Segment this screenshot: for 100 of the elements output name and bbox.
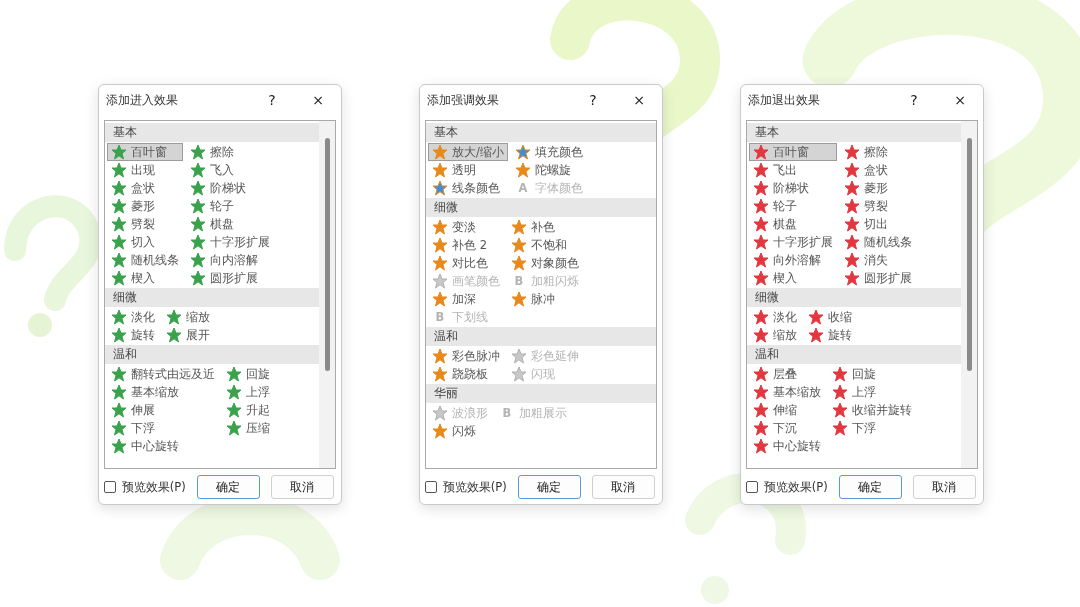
effect-item[interactable]: 变淡: [428, 218, 504, 236]
group-heading: 温和: [747, 345, 961, 364]
effect-item[interactable]: 切出: [840, 215, 916, 233]
dialog-button[interactable]: 取消: [591, 475, 655, 499]
effect-item[interactable]: 脉冲: [507, 290, 583, 308]
dialog-button[interactable]: 取消: [270, 475, 334, 499]
effect-item[interactable]: 下浮: [828, 419, 916, 437]
help-button[interactable]: ?: [570, 85, 616, 115]
effect-item[interactable]: 圆形扩展: [186, 269, 274, 287]
dialog-button[interactable]: 确定: [517, 475, 581, 499]
effect-item[interactable]: 轮子: [749, 197, 837, 215]
effect-item[interactable]: 缩放: [162, 308, 214, 326]
effect-item[interactable]: 切入: [107, 233, 183, 251]
effect-item[interactable]: 上浮: [222, 383, 274, 401]
preview-checkbox[interactable]: [746, 481, 758, 493]
preview-checkbox[interactable]: [104, 481, 116, 493]
effect-item[interactable]: 对比色: [428, 254, 504, 272]
star-icon: [511, 348, 527, 364]
effect-item[interactable]: 上浮: [828, 383, 916, 401]
effect-item[interactable]: 棋盘: [749, 215, 837, 233]
effect-item[interactable]: 盒状: [840, 161, 916, 179]
effect-item[interactable]: 收缩: [804, 308, 856, 326]
effect-item[interactable]: 陀螺旋: [510, 161, 587, 179]
effect-item[interactable]: 擦除: [840, 143, 916, 161]
effect-item[interactable]: 轮子: [186, 197, 274, 215]
effect-item[interactable]: 彩色脉冲: [428, 347, 504, 365]
effect-item[interactable]: 下沉: [749, 419, 825, 437]
dialog-title: 添加进入效果: [106, 91, 179, 109]
effect-item[interactable]: 向外溶解: [749, 251, 837, 269]
effect-item[interactable]: 中心旋转: [107, 437, 219, 455]
effect-item[interactable]: 压缩: [222, 419, 274, 437]
group-heading: 细微: [426, 198, 656, 217]
effect-item[interactable]: 十字形扩展: [186, 233, 274, 251]
effect-item[interactable]: 随机线条: [840, 233, 916, 251]
effect-item[interactable]: 淡化: [749, 308, 801, 326]
effect-item[interactable]: 菱形: [840, 179, 916, 197]
letter-icon: B: [432, 310, 448, 324]
effect-item[interactable]: 回旋: [828, 365, 916, 383]
dialog-button[interactable]: 确定: [196, 475, 260, 499]
effect-item[interactable]: 缩放: [749, 326, 801, 344]
dialog-button[interactable]: 确定: [838, 475, 902, 499]
effect-item[interactable]: 淡化: [107, 308, 159, 326]
effect-item[interactable]: 圆形扩展: [840, 269, 916, 287]
effect-item[interactable]: 收缩并旋转: [828, 401, 916, 419]
effect-item[interactable]: 对象颜色: [507, 254, 583, 272]
effect-item[interactable]: 旋转: [804, 326, 856, 344]
effect-item[interactable]: 下浮: [107, 419, 219, 437]
effect-item[interactable]: 菱形: [107, 197, 183, 215]
effect-item[interactable]: 伸缩: [749, 401, 825, 419]
effect-item[interactable]: 旋转: [107, 326, 159, 344]
effect-item[interactable]: 棋盘: [186, 215, 274, 233]
preview-checkbox[interactable]: [425, 481, 437, 493]
dialog-button[interactable]: 取消: [912, 475, 976, 499]
effect-item[interactable]: 闪烁: [428, 422, 492, 440]
effect-item[interactable]: 升起: [222, 401, 274, 419]
effect-item[interactable]: 飞入: [186, 161, 274, 179]
effect-item[interactable]: 中心旋转: [749, 437, 825, 455]
effect-item[interactable]: 放大/缩小: [428, 143, 508, 161]
effect-item[interactable]: 层叠: [749, 365, 825, 383]
effect-item[interactable]: 飞出: [749, 161, 837, 179]
effect-item[interactable]: 楔入: [749, 269, 837, 287]
effect-item[interactable]: 加深: [428, 290, 504, 308]
effect-item[interactable]: 百叶窗: [749, 143, 837, 161]
scrollbar[interactable]: [319, 121, 335, 468]
help-button[interactable]: ?: [249, 85, 295, 115]
effect-item[interactable]: 劈裂: [107, 215, 183, 233]
effect-item[interactable]: 阶梯状: [749, 179, 837, 197]
effect-item[interactable]: 补色: [507, 218, 583, 236]
effect-item[interactable]: 基本缩放: [749, 383, 825, 401]
effect-item[interactable]: 向内溶解: [186, 251, 274, 269]
effect-item[interactable]: 出现: [107, 161, 183, 179]
effect-item[interactable]: 填充颜色: [510, 143, 587, 161]
effect-item[interactable]: 翻转式由远及近: [107, 365, 219, 383]
effect-item[interactable]: 百叶窗: [107, 143, 183, 161]
effect-item[interactable]: 基本缩放: [107, 383, 219, 401]
close-button[interactable]: ×: [295, 85, 341, 115]
effect-item[interactable]: 补色 2: [428, 236, 504, 254]
preview-label: 预览效果(P): [763, 479, 828, 495]
help-button[interactable]: ?: [891, 85, 937, 115]
effect-item[interactable]: 随机线条: [107, 251, 183, 269]
effect-item[interactable]: 消失: [840, 251, 916, 269]
effect-item[interactable]: 擦除: [186, 143, 274, 161]
effect-item[interactable]: 回旋: [222, 365, 274, 383]
effect-item[interactable]: 盒状: [107, 179, 183, 197]
effect-item[interactable]: 线条颜色: [428, 179, 508, 197]
effect-item[interactable]: 不饱和: [507, 236, 583, 254]
group-heading: 温和: [105, 345, 319, 364]
close-button[interactable]: ×: [616, 85, 662, 115]
effect-item[interactable]: 劈裂: [840, 197, 916, 215]
star-icon: [432, 180, 448, 196]
effect-item[interactable]: 展开: [162, 326, 214, 344]
scrollbar[interactable]: [961, 121, 977, 468]
effect-item[interactable]: 跷跷板: [428, 365, 504, 383]
effect-item[interactable]: 楔入: [107, 269, 183, 287]
effect-item[interactable]: 十字形扩展: [749, 233, 837, 251]
close-button[interactable]: ×: [937, 85, 983, 115]
effect-item[interactable]: 透明: [428, 161, 508, 179]
effect-item[interactable]: 伸展: [107, 401, 219, 419]
effect-item[interactable]: 阶梯状: [186, 179, 274, 197]
star-icon: [432, 273, 448, 289]
